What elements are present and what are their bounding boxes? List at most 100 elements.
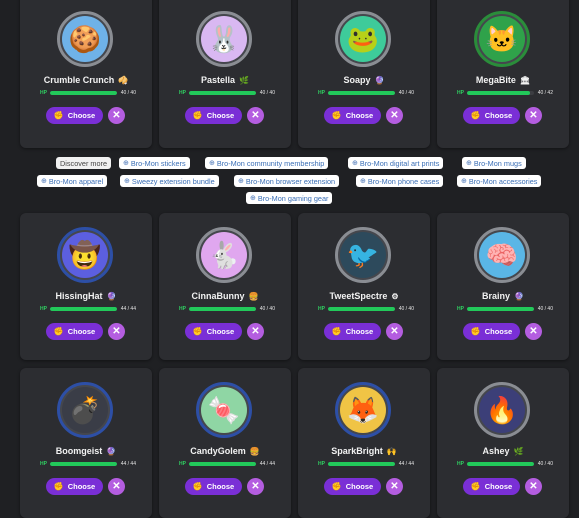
- type-badge-icon: 🏛: [519, 76, 531, 85]
- monster-card: 🧠 Brainy 🔮 HP 40 / 40 ✊ Choose ✕: [437, 213, 569, 360]
- monster-name-row: CinnaBunny 🍔: [159, 291, 291, 301]
- avatar-emoji: 🍬: [207, 395, 241, 425]
- hp-label: HP: [457, 89, 464, 96]
- discover-pill-gaming-gear[interactable]: ⊕ Bro-Mon gaming gear: [246, 192, 333, 204]
- circle-plus-icon: ⊕: [466, 160, 472, 167]
- hp-bar: HP 44 / 44: [40, 459, 136, 468]
- close-icon: ✕: [112, 481, 121, 492]
- hp-label: HP: [457, 305, 464, 312]
- close-button[interactable]: ✕: [525, 107, 542, 124]
- monster-name: MegaBite: [475, 75, 516, 85]
- discover-pill-accessories[interactable]: ⊕ Bro-Mon accessories: [457, 175, 542, 187]
- hp-value: 44 / 44: [120, 305, 136, 312]
- choose-button[interactable]: ✊ Choose: [463, 107, 520, 124]
- type-badge-icon: 🙌: [386, 447, 397, 456]
- hp-label: HP: [40, 460, 47, 467]
- monster-name: Soapy: [343, 75, 371, 85]
- hp-value: 44 / 44: [259, 460, 275, 467]
- discover-pill-browser-extension[interactable]: ⊕ Bro-Mon browser extension: [234, 175, 340, 187]
- choose-button[interactable]: ✊ Choose: [185, 107, 242, 124]
- close-icon: ✕: [112, 110, 121, 121]
- close-icon: ✕: [390, 110, 399, 121]
- monster-avatar: 🐰: [196, 11, 252, 67]
- hp-track: [466, 90, 534, 95]
- circle-plus-icon: ⊕: [41, 178, 47, 185]
- choose-button[interactable]: ✊ Choose: [324, 107, 381, 124]
- hand-icon: ✊: [331, 111, 342, 120]
- hp-track: [49, 90, 117, 95]
- hp-track: [188, 306, 256, 311]
- close-button[interactable]: ✕: [525, 478, 542, 495]
- hp-fill: [466, 461, 534, 466]
- hand-icon: ✊: [192, 111, 203, 120]
- monster-card: 💣 Boomgeist 🔮 HP 44 / 44 ✊ Choose ✕: [20, 368, 152, 518]
- discover-pill-apparel[interactable]: ⊕ Bro-Mon apparel: [37, 175, 108, 187]
- discover-pill-phone-cases[interactable]: ⊕ Bro-Mon phone cases: [356, 175, 444, 187]
- circle-plus-icon: ⊕: [238, 178, 244, 185]
- discover-pill-community-membership[interactable]: ⊕ Bro-Mon community membership: [205, 157, 329, 169]
- hp-value: 40 / 40: [537, 305, 553, 312]
- monster-name-row: HissingHat 🔮: [20, 291, 152, 301]
- circle-plus-icon: ⊕: [360, 178, 366, 185]
- circle-plus-icon: ⊕: [461, 178, 467, 185]
- monster-card: 🐸 Soapy 🔮 HP 40 / 40 ✊ Choose ✕: [298, 0, 430, 148]
- hp-fill: [49, 461, 117, 466]
- monster-name: Brainy: [482, 291, 511, 301]
- hand-icon: ✊: [53, 482, 64, 491]
- monster-card: 🐰 Pastella 🌿 HP 40 / 40 ✊ Choose ✕: [159, 0, 291, 148]
- close-button[interactable]: ✕: [108, 478, 125, 495]
- close-button[interactable]: ✕: [247, 478, 264, 495]
- close-button[interactable]: ✕: [386, 323, 403, 340]
- avatar-image: 🧠: [479, 232, 525, 278]
- monster-avatar: 💣: [57, 382, 113, 438]
- avatar-image: 🐱: [479, 16, 525, 62]
- hp-label: HP: [179, 460, 186, 467]
- close-button[interactable]: ✕: [108, 107, 125, 124]
- choose-button[interactable]: ✊ Choose: [185, 323, 242, 340]
- discover-pill-digital-art-prints[interactable]: ⊕ Bro-Mon digital art prints: [348, 157, 444, 169]
- hp-bar: HP 44 / 44: [40, 304, 136, 313]
- hand-icon: ✊: [53, 111, 64, 120]
- monster-name-row: CandyGolem 🍔: [159, 446, 291, 456]
- monster-card: 🐦 TweetSpectre ⚙ HP 40 / 40 ✊ Choose ✕: [298, 213, 430, 360]
- hand-icon: ✊: [470, 482, 481, 491]
- close-button[interactable]: ✕: [386, 478, 403, 495]
- hp-fill: [49, 306, 117, 311]
- choose-button[interactable]: ✊ Choose: [463, 478, 520, 495]
- choose-button[interactable]: ✊ Choose: [46, 107, 103, 124]
- discover-pill-sweezy-bundle[interactable]: ⊕ Sweezy extension bundle: [120, 175, 219, 187]
- choose-button[interactable]: ✊ Choose: [46, 478, 103, 495]
- choose-button[interactable]: ✊ Choose: [324, 323, 381, 340]
- close-icon: ✕: [529, 110, 538, 121]
- close-button[interactable]: ✕: [386, 107, 403, 124]
- close-button[interactable]: ✕: [247, 323, 264, 340]
- discover-pill-mugs[interactable]: ⊕ Bro-Mon mugs: [462, 157, 526, 169]
- monster-card: 🍬 CandyGolem 🍔 HP 44 / 44 ✊ Choose ✕: [159, 368, 291, 518]
- hp-label: HP: [318, 89, 325, 96]
- close-button[interactable]: ✕: [247, 107, 264, 124]
- close-button[interactable]: ✕: [525, 323, 542, 340]
- avatar-image: 💣: [62, 387, 108, 433]
- hp-track: [49, 461, 117, 466]
- hand-icon: ✊: [470, 111, 481, 120]
- choose-button[interactable]: ✊ Choose: [46, 323, 103, 340]
- avatar-emoji: 🐇: [207, 240, 241, 270]
- hp-track: [49, 306, 117, 311]
- type-badge-icon: 🌿: [513, 447, 524, 456]
- hp-fill: [49, 90, 117, 95]
- avatar-image: 🤠: [62, 232, 108, 278]
- hp-bar: HP 40 / 40: [318, 304, 414, 313]
- choose-button[interactable]: ✊ Choose: [463, 323, 520, 340]
- hp-label: HP: [318, 460, 325, 467]
- hand-icon: ✊: [331, 327, 342, 336]
- monster-name-row: Soapy 🔮: [298, 75, 430, 85]
- discover-pill-stickers[interactable]: ⊕ Bro-Mon stickers: [119, 157, 190, 169]
- monster-avatar: 🐇: [196, 227, 252, 283]
- type-badge-icon: ⚙: [391, 292, 399, 301]
- choose-button[interactable]: ✊ Choose: [185, 478, 242, 495]
- choose-button[interactable]: ✊ Choose: [324, 478, 381, 495]
- close-icon: ✕: [390, 326, 399, 337]
- hp-bar: HP 44 / 44: [318, 459, 414, 468]
- close-button[interactable]: ✕: [108, 323, 125, 340]
- circle-plus-icon: ⊕: [250, 195, 256, 202]
